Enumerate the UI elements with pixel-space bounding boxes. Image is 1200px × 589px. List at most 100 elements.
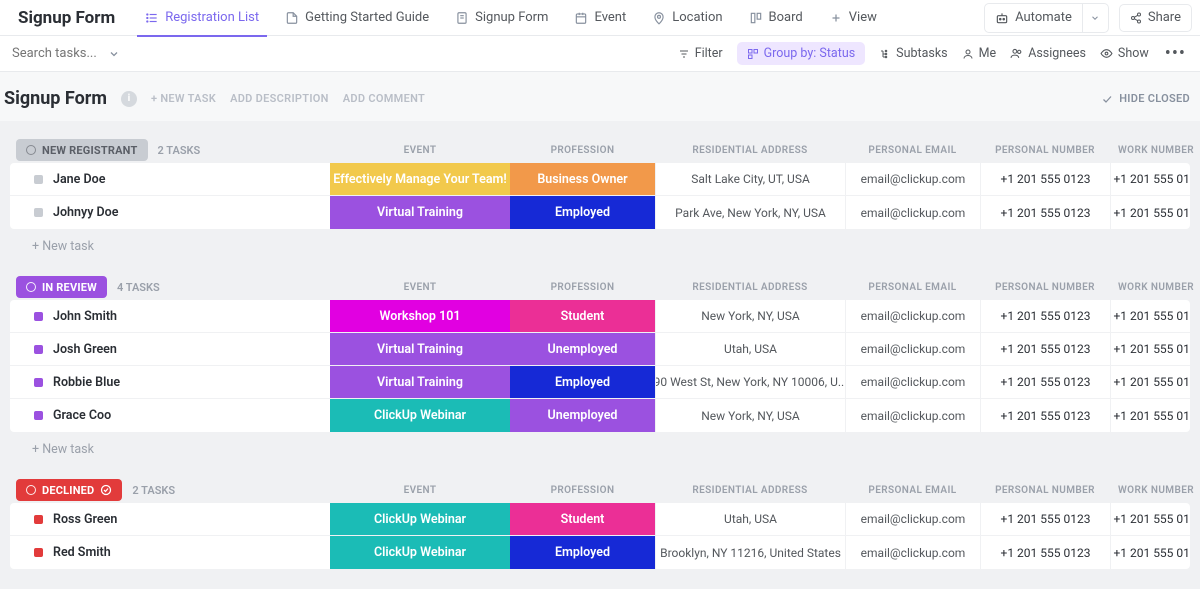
personal-number-cell[interactable]: +1 201 555 0123 xyxy=(980,196,1110,229)
event-cell[interactable]: Virtual Training xyxy=(330,196,510,229)
event-cell[interactable]: Virtual Training xyxy=(330,366,510,398)
info-icon[interactable]: i xyxy=(121,91,137,107)
tab-board[interactable]: Board xyxy=(737,0,815,36)
event-cell[interactable]: ClickUp Webinar xyxy=(330,399,510,432)
address-cell[interactable]: Salt Lake City, UT, USA xyxy=(655,163,845,195)
email-cell[interactable]: email@clickup.com xyxy=(845,536,980,569)
profession-cell[interactable]: Employed xyxy=(510,536,655,569)
personal-number-cell[interactable]: +1 201 555 0123 xyxy=(980,536,1110,569)
task-name-cell[interactable]: Josh Green xyxy=(10,333,330,365)
work-number-cell[interactable]: +1 201 555 012: xyxy=(1110,399,1190,432)
personal-number-cell[interactable]: +1 201 555 0123 xyxy=(980,163,1110,195)
personal-number-cell[interactable]: +1 201 555 0123 xyxy=(980,399,1110,432)
address-cell[interactable]: Park Ave, New York, NY, USA xyxy=(655,196,845,229)
column-header-wnum[interactable]: WORK NUMBER xyxy=(1110,282,1200,293)
new-task-row[interactable]: + New task xyxy=(10,229,1190,258)
profession-cell[interactable]: Employed xyxy=(510,366,655,398)
work-number-cell[interactable]: +1 201 555 012: xyxy=(1110,300,1190,332)
column-header-pnum[interactable]: PERSONAL NUMBER xyxy=(980,145,1110,156)
status-pill[interactable]: IN REVIEW xyxy=(16,276,107,298)
column-header-pnum[interactable]: PERSONAL NUMBER xyxy=(980,485,1110,496)
profession-cell[interactable]: Unemployed xyxy=(510,399,655,432)
work-number-cell[interactable]: +1 201 555 012: xyxy=(1110,503,1190,535)
task-name-cell[interactable]: Ross Green xyxy=(10,503,330,535)
personal-number-cell[interactable]: +1 201 555 0123 xyxy=(980,366,1110,398)
task-row[interactable]: Josh GreenVirtual TrainingUnemployedUtah… xyxy=(10,333,1190,366)
column-header-wnum[interactable]: WORK NUMBER xyxy=(1110,485,1200,496)
column-header-email[interactable]: PERSONAL EMAIL xyxy=(845,145,980,156)
column-header-address[interactable]: RESIDENTIAL ADDRESS xyxy=(655,485,845,496)
email-cell[interactable]: email@clickup.com xyxy=(845,399,980,432)
task-row[interactable]: Jane DoeEffectively Manage Your Team!Bus… xyxy=(10,163,1190,196)
address-cell[interactable]: Utah, USA xyxy=(655,333,845,365)
column-header-profession[interactable]: PROFESSION xyxy=(510,485,655,496)
profession-cell[interactable]: Employed xyxy=(510,196,655,229)
address-cell[interactable]: Brooklyn, NY 11216, United States xyxy=(655,536,845,569)
address-cell[interactable]: 90 West St, New York, NY 10006, U... xyxy=(655,366,845,398)
search-tasks[interactable] xyxy=(12,46,120,61)
new-task-row[interactable]: + New task xyxy=(10,432,1190,461)
column-header-event[interactable]: EVENT xyxy=(330,485,510,496)
column-header-email[interactable]: PERSONAL EMAIL xyxy=(845,485,980,496)
search-input[interactable] xyxy=(12,46,102,61)
tab-event[interactable]: Event xyxy=(562,0,638,36)
profession-cell[interactable]: Student xyxy=(510,503,655,535)
task-name-cell[interactable]: Red Smith xyxy=(10,536,330,569)
event-cell[interactable]: Workshop 101 xyxy=(330,300,510,332)
personal-number-cell[interactable]: +1 201 555 0123 xyxy=(980,503,1110,535)
work-number-cell[interactable]: +1 201 555 012: xyxy=(1110,196,1190,229)
tab-signup-form[interactable]: Signup Form xyxy=(443,0,560,36)
personal-number-cell[interactable]: +1 201 555 0123 xyxy=(980,333,1110,365)
work-number-cell[interactable]: +1 201 555 012: xyxy=(1110,536,1190,569)
email-cell[interactable]: email@clickup.com xyxy=(845,366,980,398)
profession-cell[interactable]: Unemployed xyxy=(510,333,655,365)
work-number-cell[interactable]: +1 201 555 012: xyxy=(1110,366,1190,398)
task-row[interactable]: Robbie BlueVirtual TrainingEmployed90 We… xyxy=(10,366,1190,399)
column-header-pnum[interactable]: PERSONAL NUMBER xyxy=(980,282,1110,293)
column-header-address[interactable]: RESIDENTIAL ADDRESS xyxy=(655,145,845,156)
column-header-email[interactable]: PERSONAL EMAIL xyxy=(845,282,980,293)
hide-closed-toggle[interactable]: HIDE CLOSED xyxy=(1101,92,1190,105)
add-comment-button[interactable]: ADD COMMENT xyxy=(343,92,425,105)
work-number-cell[interactable]: +1 201 555 012: xyxy=(1110,163,1190,195)
email-cell[interactable]: email@clickup.com xyxy=(845,300,980,332)
task-row[interactable]: Ross GreenClickUp WebinarStudentUtah, US… xyxy=(10,503,1190,536)
task-name-cell[interactable]: John Smith xyxy=(10,300,330,332)
assignees-button[interactable]: Assignees xyxy=(1010,46,1086,61)
task-row[interactable]: Grace CooClickUp WebinarUnemployedNew Yo… xyxy=(10,399,1190,432)
filter-button[interactable]: Filter xyxy=(678,46,723,61)
status-pill[interactable]: NEW REGISTRANT xyxy=(16,139,148,161)
event-cell[interactable]: ClickUp Webinar xyxy=(330,503,510,535)
task-name-cell[interactable]: Robbie Blue xyxy=(10,366,330,398)
task-name-cell[interactable]: Jane Doe xyxy=(10,163,330,195)
add-description-button[interactable]: ADD DESCRIPTION xyxy=(230,92,329,105)
tab-view[interactable]: View xyxy=(817,0,889,36)
more-menu[interactable]: ••• xyxy=(1163,43,1188,64)
personal-number-cell[interactable]: +1 201 555 0123 xyxy=(980,300,1110,332)
event-cell[interactable]: Virtual Training xyxy=(330,333,510,365)
share-button[interactable]: Share xyxy=(1119,4,1192,32)
status-pill[interactable]: DECLINED xyxy=(16,479,122,501)
task-row[interactable]: John SmithWorkshop 101StudentNew York, N… xyxy=(10,300,1190,333)
new-task-button[interactable]: + NEW TASK xyxy=(151,92,216,105)
profession-cell[interactable]: Student xyxy=(510,300,655,332)
task-name-cell[interactable]: Grace Coo xyxy=(10,399,330,432)
tab-registration-list[interactable]: Registration List xyxy=(133,0,271,36)
column-header-wnum[interactable]: WORK NUMBER xyxy=(1110,145,1200,156)
task-row[interactable]: Red SmithClickUp WebinarEmployedBrooklyn… xyxy=(10,536,1190,569)
column-header-event[interactable]: EVENT xyxy=(330,282,510,293)
show-button[interactable]: Show xyxy=(1100,46,1149,61)
automate-dropdown[interactable] xyxy=(1082,4,1108,32)
column-header-profession[interactable]: PROFESSION xyxy=(510,145,655,156)
event-cell[interactable]: Effectively Manage Your Team! xyxy=(330,163,510,195)
event-cell[interactable]: ClickUp Webinar xyxy=(330,536,510,569)
work-number-cell[interactable]: +1 201 555 012: xyxy=(1110,333,1190,365)
column-header-profession[interactable]: PROFESSION xyxy=(510,282,655,293)
groupby-chip[interactable]: Group by: Status xyxy=(737,42,866,65)
task-name-cell[interactable]: Johnyy Doe xyxy=(10,196,330,229)
email-cell[interactable]: email@clickup.com xyxy=(845,163,980,195)
address-cell[interactable]: New York, NY, USA xyxy=(655,399,845,432)
email-cell[interactable]: email@clickup.com xyxy=(845,333,980,365)
email-cell[interactable]: email@clickup.com xyxy=(845,503,980,535)
address-cell[interactable]: New York, NY, USA xyxy=(655,300,845,332)
